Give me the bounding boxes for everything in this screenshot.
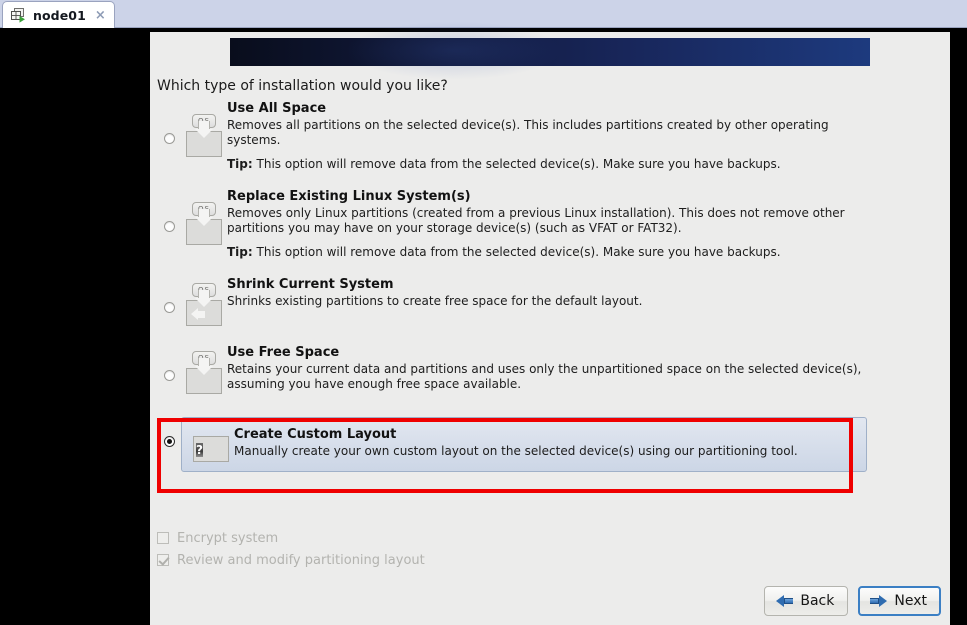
option-body-selected: ? Create Custom Layout Manually create y… [181,417,867,472]
checkbox-row-review-modify-partitioning[interactable]: Review and modify partitioning layout [157,549,425,571]
page-title: Which type of installation would you lik… [157,78,448,94]
anaconda-installer-window: Which type of installation would you lik… [150,21,950,625]
option-shrink-current-system[interactable]: OS [157,276,867,327]
option-text: Replace Existing Linux System(s) Removes… [227,188,867,259]
option-title: Create Custom Layout [234,427,397,442]
radio-shrink-current-system[interactable] [163,302,175,313]
option-title: Shrink Current System [227,277,394,292]
option-text: Shrink Current System Shrinks existing p… [227,276,867,309]
next-button-label: Next [894,593,927,609]
icon-cell: OS [181,100,227,158]
tab-label: node01 [33,7,86,23]
tip-label: Tip: [227,157,253,171]
option-title: Use All Space [227,101,327,116]
tab-node01[interactable]: node01 × [2,1,115,28]
option-tip: Tip: This option will remove data from t… [227,157,867,171]
installer-button-bar: Back Next [764,586,941,616]
option-description: Removes only Linux partitions (created f… [227,206,845,235]
option-description: Removes all partitions on the selected d… [227,118,829,147]
radio-create-custom-layout[interactable] [163,436,175,447]
installer-banner [230,21,870,80]
installation-type-options: OS Use All Space Removes all partitions … [157,100,867,472]
icon-cell: ? [188,423,234,465]
icon-cell: OS [181,276,227,327]
option-text: Use All Space Removes all partitions on … [227,100,867,171]
disk-replace-linux-icon: OS [185,202,223,246]
checkbox-label-encrypt-system: Encrypt system [177,530,279,546]
desktop-background: Which type of installation would you lik… [0,21,967,625]
virtual-machine-icon [10,7,27,24]
back-button[interactable]: Back [764,586,849,616]
option-use-free-space[interactable]: OS Use Free Space [157,344,867,395]
radio-wrap [157,344,181,381]
checkbox-review-modify-partitioning[interactable] [157,554,169,566]
next-button[interactable]: Next [858,586,941,616]
checkbox-label-review-modify-partitioning: Review and modify partitioning layout [177,552,425,568]
disk-shrink-icon: OS [185,283,223,327]
radio-wrap [157,100,181,144]
qmark-glyph: ? [196,443,203,457]
option-title: Replace Existing Linux System(s) [227,189,471,204]
option-text: Use Free Space Retains your current data… [227,344,867,392]
question-mark-icon: ? [192,427,230,465]
option-title: Use Free Space [227,345,340,360]
option-text: Create Custom Layout Manually create you… [234,423,860,459]
qmark-box: ? [193,436,229,462]
option-description: Shrinks existing partitions to create fr… [227,294,643,308]
tip-text: This option will remove data from the se… [256,245,781,259]
checkbox-row-encrypt-system[interactable]: Encrypt system [157,527,425,549]
radio-use-all-space[interactable] [163,133,175,144]
option-body: OS Use Free Space [181,344,867,395]
radio-replace-existing-linux[interactable] [163,221,175,232]
radio-wrap [157,276,181,313]
option-description: Retains your current data and partitions… [227,362,862,391]
radio-wrap [157,188,181,232]
disk-free-space-icon: OS [185,351,223,395]
radio-use-free-space[interactable] [163,370,175,381]
option-body: OS Replace Existing Lin [181,188,867,259]
option-replace-existing-linux[interactable]: OS Replace Existing Lin [157,188,867,259]
option-description: Manually create your own custom layout o… [234,444,798,458]
radio-wrap [157,417,181,447]
close-icon[interactable]: × [95,9,106,22]
option-create-custom-layout[interactable]: ? Create Custom Layout Manually create y… [157,417,867,472]
checkbox-encrypt-system[interactable] [157,532,169,544]
arrow-right-icon [870,594,888,608]
disk-use-all-space-icon: OS [185,114,223,158]
option-body: OS [181,276,867,327]
back-button-label: Back [800,593,835,609]
icon-cell: OS [181,188,227,246]
option-body: OS Use All Space Removes all partitions … [181,100,867,171]
arrow-left-icon [776,594,794,608]
tip-text: This option will remove data from the se… [256,157,781,171]
icon-cell: OS [181,344,227,395]
option-tip: Tip: This option will remove data from t… [227,245,867,259]
installer-checkboxes: Encrypt system Review and modify partiti… [157,527,425,571]
option-use-all-space[interactable]: OS Use All Space Removes all partitions … [157,100,867,171]
tip-label: Tip: [227,245,253,259]
